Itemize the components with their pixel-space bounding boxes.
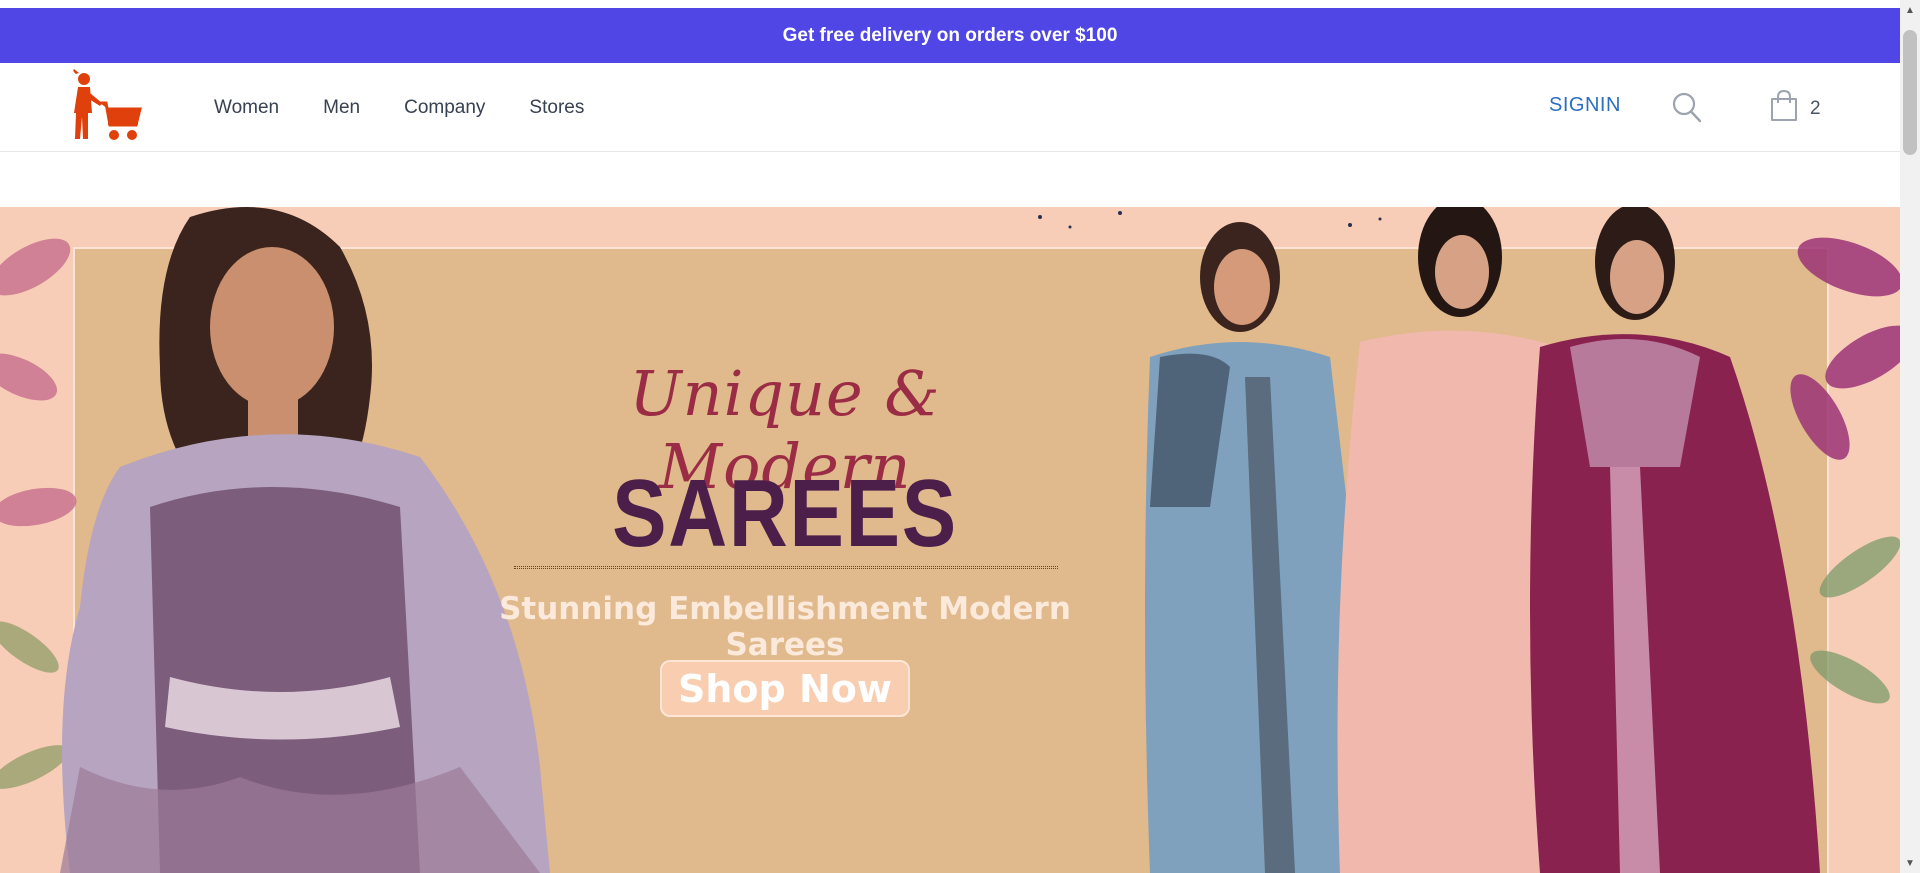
shopping-bag-icon xyxy=(1770,89,1798,127)
scroll-down-arrow-icon[interactable]: ▼ xyxy=(1900,853,1920,873)
shopper-cart-logo[interactable] xyxy=(70,69,142,149)
shop-now-button[interactable]: Shop Now xyxy=(660,660,910,717)
top-strip xyxy=(0,0,1900,8)
nav-item-stores[interactable]: Stores xyxy=(529,97,584,119)
promo-text: Get free delivery on orders over $100 xyxy=(782,24,1118,46)
promo-banner: Get free delivery on orders over $100 xyxy=(0,8,1900,63)
cart-button[interactable]: 2 xyxy=(1770,89,1821,127)
search-icon[interactable] xyxy=(1672,91,1702,123)
nav-item-men[interactable]: Men xyxy=(323,97,360,119)
scroll-up-arrow-icon[interactable]: ▲ xyxy=(1900,0,1920,20)
signin-link[interactable]: SIGNIN xyxy=(1549,94,1621,117)
main-nav: Women Men Company Stores xyxy=(214,63,584,152)
site-header: Women Men Company Stores SIGNIN 2 xyxy=(0,63,1900,152)
hero-divider xyxy=(514,566,1058,569)
model-left-image xyxy=(60,207,550,873)
hero-banner[interactable]: Unique & Modern SAREES Stunning Embellis… xyxy=(0,207,1900,873)
page: Get free delivery on orders over $100 Wo… xyxy=(0,0,1900,873)
nav-item-women[interactable]: Women xyxy=(214,97,279,119)
hero-main-title: SAREES xyxy=(612,460,958,567)
models-right-image xyxy=(1145,207,1820,873)
hero-tagline: Stunning Embellishment Modern Sarees xyxy=(499,591,1071,663)
scrollbar-thumb[interactable] xyxy=(1903,30,1917,155)
nav-item-company[interactable]: Company xyxy=(404,97,485,119)
cart-count: 2 xyxy=(1810,97,1821,119)
